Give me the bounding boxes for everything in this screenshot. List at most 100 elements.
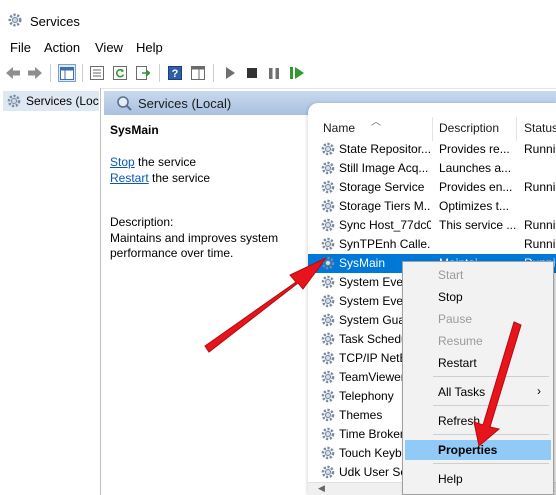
- toolbar-separator: [159, 64, 160, 82]
- service-details-panel: SysMain Stop the service Restart the ser…: [104, 115, 314, 495]
- menu-item-stop[interactable]: Stop: [405, 287, 551, 307]
- show-hide-console-tree-icon[interactable]: [58, 64, 76, 82]
- menu-item-properties[interactable]: Properties: [405, 440, 551, 460]
- back-icon[interactable]: [4, 64, 22, 82]
- title-bar: Services: [0, 0, 556, 38]
- description-text: Maintains and improves system performanc…: [110, 231, 279, 260]
- menu-separator: [433, 405, 549, 406]
- service-gear-icon: [320, 331, 336, 347]
- service-name: State Repositor...: [339, 142, 431, 156]
- service-description: Optimizes t...: [439, 199, 510, 213]
- toolbar: ?: [0, 58, 556, 89]
- service-gear-icon: [320, 179, 336, 195]
- menu-file[interactable]: File: [10, 40, 31, 55]
- service-gear-icon: [320, 274, 336, 290]
- window-title: Services: [30, 14, 80, 29]
- service-row[interactable]: Still Image Acq... Launches a...: [308, 159, 556, 178]
- start-service-icon[interactable]: [221, 64, 239, 82]
- service-gear-icon: [320, 312, 336, 328]
- forward-icon[interactable]: [26, 64, 44, 82]
- refresh-icon[interactable]: [111, 64, 129, 82]
- restart-service-text: the service: [148, 171, 211, 185]
- restart-service-line: Restart the service: [110, 171, 210, 185]
- scroll-left-icon[interactable]: ◀: [318, 483, 325, 494]
- column-header-description[interactable]: Description: [439, 121, 499, 141]
- sort-ascending-icon: ︿: [371, 117, 381, 128]
- menu-item-start: Start: [438, 268, 464, 282]
- menu-action[interactable]: Action: [44, 40, 80, 55]
- service-gear-icon: [320, 464, 336, 480]
- service-gear-icon: [320, 350, 336, 366]
- service-name: Storage Service: [339, 180, 425, 194]
- column-header-status[interactable]: Status: [524, 121, 556, 141]
- menu-separator: [433, 463, 549, 464]
- description-label: Description:: [110, 215, 174, 229]
- service-name: Sync Host_77dc0: [339, 218, 431, 232]
- service-gear-icon: [320, 293, 336, 309]
- service-gear-icon: [320, 388, 336, 404]
- service-status: Runni: [524, 237, 556, 251]
- service-gear-icon: [320, 198, 336, 214]
- service-status: Runni: [524, 142, 556, 156]
- service-row[interactable]: Storage Service Provides en... Runni: [308, 178, 556, 197]
- service-gear-icon: [320, 407, 336, 423]
- menu-view[interactable]: View: [95, 40, 123, 55]
- service-status: Runni: [524, 180, 556, 194]
- action-pane-icon[interactable]: [189, 64, 207, 82]
- service-name: SynTPEnh Calle...: [339, 237, 431, 251]
- magnifier-gear-icon: [117, 96, 132, 111]
- service-row[interactable]: Storage Tiers M... Optimizes t...: [308, 197, 556, 216]
- menu-item-pause: Pause: [438, 312, 473, 326]
- stop-service-line: Stop the service: [110, 155, 196, 169]
- services-gear-icon: [7, 94, 21, 108]
- properties-list-icon[interactable]: [88, 64, 106, 82]
- restart-service-link[interactable]: Restart: [110, 171, 149, 185]
- menu-bar: File Action View Help: [0, 38, 556, 58]
- column-header-name[interactable]: Name: [323, 121, 355, 141]
- services-gear-icon: [8, 13, 22, 27]
- context-menu: Start Stop Pause Resume Restart All Task…: [402, 261, 554, 495]
- tree-node-services-local[interactable]: Services (Loca: [3, 91, 99, 111]
- menu-separator: [433, 434, 549, 435]
- svg-text:?: ?: [172, 68, 179, 80]
- toolbar-separator: [82, 64, 83, 82]
- service-description: Provides re...: [439, 142, 510, 156]
- export-list-icon[interactable]: [134, 64, 152, 82]
- stop-service-icon[interactable]: [243, 64, 261, 82]
- menu-separator: [433, 376, 549, 377]
- menu-item-restart[interactable]: Restart: [405, 353, 551, 373]
- column-divider[interactable]: [432, 117, 433, 141]
- service-gear-icon: [320, 141, 336, 157]
- stop-service-text: the service: [134, 155, 197, 169]
- service-gear-icon: [320, 160, 336, 176]
- menu-item-refresh[interactable]: Refresh: [405, 411, 551, 431]
- help-icon[interactable]: ?: [166, 64, 184, 82]
- submenu-arrow-icon: ›: [537, 384, 541, 398]
- menu-item-help[interactable]: Help: [405, 469, 551, 489]
- pane-header-title: Services (Local): [138, 95, 232, 111]
- stop-service-link[interactable]: Stop: [110, 155, 135, 169]
- service-gear-icon: [320, 426, 336, 442]
- service-gear-icon: [320, 217, 336, 233]
- service-description: Provides en...: [439, 180, 513, 194]
- service-status: Runni: [524, 218, 556, 232]
- service-gear-icon: [320, 369, 336, 385]
- tree-node-label: Services (Loca: [26, 94, 99, 108]
- service-name: Storage Tiers M...: [339, 199, 431, 213]
- service-row[interactable]: State Repositor... Provides re... Runni: [308, 140, 556, 159]
- menu-help[interactable]: Help: [136, 40, 163, 55]
- toolbar-separator: [50, 64, 51, 82]
- menu-item-resume: Resume: [438, 334, 483, 348]
- menu-item-all-tasks[interactable]: All Tasks ›: [405, 382, 551, 402]
- service-row[interactable]: Sync Host_77dc0 This service ... Runni: [308, 216, 556, 235]
- restart-service-icon[interactable]: [288, 64, 306, 82]
- selected-service-name: SysMain: [110, 123, 159, 137]
- service-row[interactable]: SynTPEnh Calle... Runni: [308, 235, 556, 254]
- service-gear-icon: [320, 255, 336, 271]
- toolbar-separator: [213, 64, 214, 82]
- column-divider[interactable]: [516, 117, 517, 141]
- service-name: Still Image Acq...: [339, 161, 429, 175]
- pause-service-icon[interactable]: [265, 64, 283, 82]
- console-tree: Services (Loca: [0, 88, 101, 495]
- service-gear-icon: [320, 236, 336, 252]
